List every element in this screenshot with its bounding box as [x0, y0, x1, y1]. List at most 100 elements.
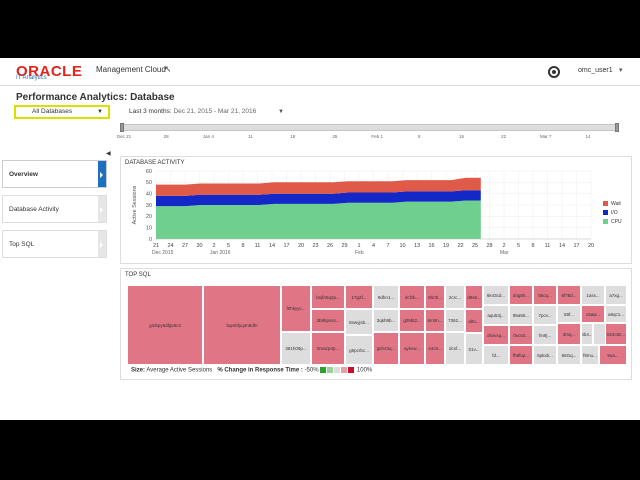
nav-item-label: Database Activity: [9, 206, 59, 213]
treemap-cell[interactable]: 2crc...: [445, 285, 465, 309]
treemap-cell[interactable]: 9dhn1...: [373, 285, 399, 309]
legend-size-label: Size:: [131, 367, 146, 374]
chevron-right-icon: [98, 231, 106, 257]
database-select[interactable]: All Databases ▼: [14, 105, 110, 119]
x-tick-label: 24: [167, 243, 173, 249]
x-tick-label: 20: [588, 243, 594, 249]
chevron-down-icon: ▼: [278, 109, 284, 115]
legend-size-value: Average Active Sessions: [146, 367, 213, 374]
treemap-cell[interactable]: 0mazp4p...: [311, 332, 345, 365]
treemap-cell[interactable]: 17g2f...: [345, 285, 373, 309]
treemap-cell[interactable]: 85a55...: [509, 305, 533, 325]
collapse-left-icon[interactable]: ◀: [106, 150, 111, 157]
chevron-right-icon: [98, 161, 106, 187]
x-tick-label: 4: [372, 243, 375, 249]
top-sql-treemap: gmbpy6dfgs8c3 bqmbfyq4n9dfn f0hkyyc... bnjf…: [127, 285, 627, 365]
chevron-right-icon: [98, 196, 106, 222]
treemap-cell[interactable]: gmbpy6dfgs8c3: [127, 285, 203, 365]
x-tick-label: 11: [255, 243, 261, 249]
x-tick-label: 2: [212, 243, 215, 249]
treemap-cell[interactable]: aykvw...: [399, 332, 425, 365]
treemap-cell[interactable]: 8hr3l...: [425, 285, 445, 309]
month-label: Jan 2016: [210, 250, 231, 256]
treemap-cell[interactable]: 6m0n...: [425, 309, 445, 332]
x-tick-label: 17: [283, 243, 289, 249]
treemap-cell[interactable]: 3mq...: [557, 323, 581, 345]
treemap-cell[interactable]: 59f...: [557, 305, 581, 323]
legend-label: Wait: [611, 201, 621, 207]
treemap-cell[interactable]: 3b9bpsss...: [311, 309, 345, 332]
treemap-cell[interactable]: 6pkxb...: [533, 345, 557, 365]
treemap-cell[interactable]: 4b4...: [581, 323, 593, 345]
treemap-cell[interactable]: g05bt2...: [399, 309, 425, 332]
x-tick-label: 25: [472, 243, 478, 249]
timeline-track[interactable]: [120, 124, 618, 131]
treemap-cell[interactable]: 1ass...: [581, 285, 605, 305]
x-tick-label: 16: [428, 243, 434, 249]
treemap-cell[interactable]: 3qkh9b...: [373, 309, 399, 332]
treemap-cell[interactable]: 0xcs0...: [509, 325, 533, 345]
time-range-select[interactable]: Last 3 months: Dec 21, 2015 - Mar 21, 20…: [126, 106, 286, 118]
treemap-cell[interactable]: d9s6...: [465, 285, 483, 309]
treemap-cell[interactable]: dcsf...: [445, 332, 465, 365]
treemap-cell[interactable]: aqu53j...: [483, 305, 509, 325]
treemap-cell[interactable]: gsh43q...: [373, 332, 399, 365]
month-label: Feb: [355, 250, 364, 256]
x-tick-label: 10: [399, 243, 405, 249]
treemap-cell[interactable]: 66Gq...: [557, 345, 581, 365]
legend-swatch: [603, 219, 608, 225]
treemap-cell[interactable]: 381h09p...: [281, 332, 311, 365]
treemap-cell[interactable]: 44c8...: [425, 332, 445, 365]
treemap-cell[interactable]: 6k43cd...: [483, 285, 509, 305]
y-tick-label: 50: [146, 180, 152, 186]
y-tick-label: 20: [146, 214, 152, 220]
treemap-cell[interactable]: 8swyjsb...: [345, 309, 373, 335]
treemap-cell[interactable]: hn9j...: [533, 325, 557, 345]
treemap-cell[interactable]: d4g8h...: [509, 285, 533, 305]
treemap-cell[interactable]: dsxvxq...: [483, 325, 509, 345]
treemap-cell[interactable]: aftn...: [465, 309, 483, 333]
treemap-cell[interactable]: 85cq...: [533, 285, 557, 305]
x-tick-label: 8: [531, 243, 534, 249]
x-tick-label: 27: [182, 243, 188, 249]
treemap-cell[interactable]: 7pcv...: [533, 305, 557, 325]
nav-item-top-sql[interactable]: Top SQL: [2, 230, 107, 258]
nav-item-overview[interactable]: Overview: [2, 160, 107, 188]
treemap-cell[interactable]: g8pcrbc...: [345, 335, 373, 365]
user-avatar-icon[interactable]: [548, 66, 560, 78]
treemap-cell[interactable]: f9mu...: [581, 345, 599, 365]
timeline-slider[interactable]: Dec 21 28 Jan 4 11 18 25 Feb 1 8 15 22 Mar 7 14: [116, 122, 626, 144]
nav-item-label: Overview: [9, 171, 38, 178]
x-tick-label: 29: [341, 243, 347, 249]
treemap-cell[interactable]: 6f78d...: [557, 285, 581, 305]
treemap-cell[interactable]: dcfzk...: [399, 285, 425, 309]
treemap-cell[interactable]: a7xg...: [605, 285, 627, 305]
treemap-cell[interactable]: f0hkyyc...: [281, 285, 311, 332]
timeline-end-handle[interactable]: [615, 123, 619, 132]
treemap-cell[interactable]: 024c8z...: [605, 323, 627, 345]
time-range-label: Last 3 months: [129, 108, 170, 115]
treemap-cell[interactable]: 01v...: [465, 333, 483, 365]
timeline-tick: 18: [290, 134, 296, 139]
mouse-cursor-icon: ↖: [164, 64, 172, 74]
treemap-cell[interactable]: bqmbfyq4n9dfn: [203, 285, 281, 365]
legend-label: CPU: [611, 219, 622, 225]
x-tick-label: 19: [443, 243, 449, 249]
user-menu[interactable]: omc_user1: [578, 67, 613, 74]
x-tick-label: 14: [559, 243, 565, 249]
page-title: Performance Analytics: Database: [16, 92, 175, 103]
treemap-cell[interactable]: fh8fup...: [509, 345, 533, 365]
nav-item-database-activity[interactable]: Database Activity: [2, 195, 107, 223]
treemap-cell[interactable]: bnjfn5q2p...: [311, 285, 345, 309]
treemap-cell[interactable]: 7362...: [445, 309, 465, 332]
treemap-cell[interactable]: a9qc1...: [605, 305, 627, 323]
treemap-cell[interactable]: c5aw...: [581, 305, 605, 323]
treemap-cell[interactable]: 9ua...: [599, 345, 627, 365]
chevron-down-icon[interactable]: ▾: [619, 66, 623, 74]
series-area-cpu: [156, 200, 481, 239]
y-tick-label: 0: [149, 237, 152, 243]
x-tick-label: 17: [573, 243, 579, 249]
treemap-cell[interactable]: fd...: [483, 345, 509, 365]
y-tick-label: 40: [146, 191, 152, 197]
timeline-start-handle[interactable]: [120, 123, 124, 132]
